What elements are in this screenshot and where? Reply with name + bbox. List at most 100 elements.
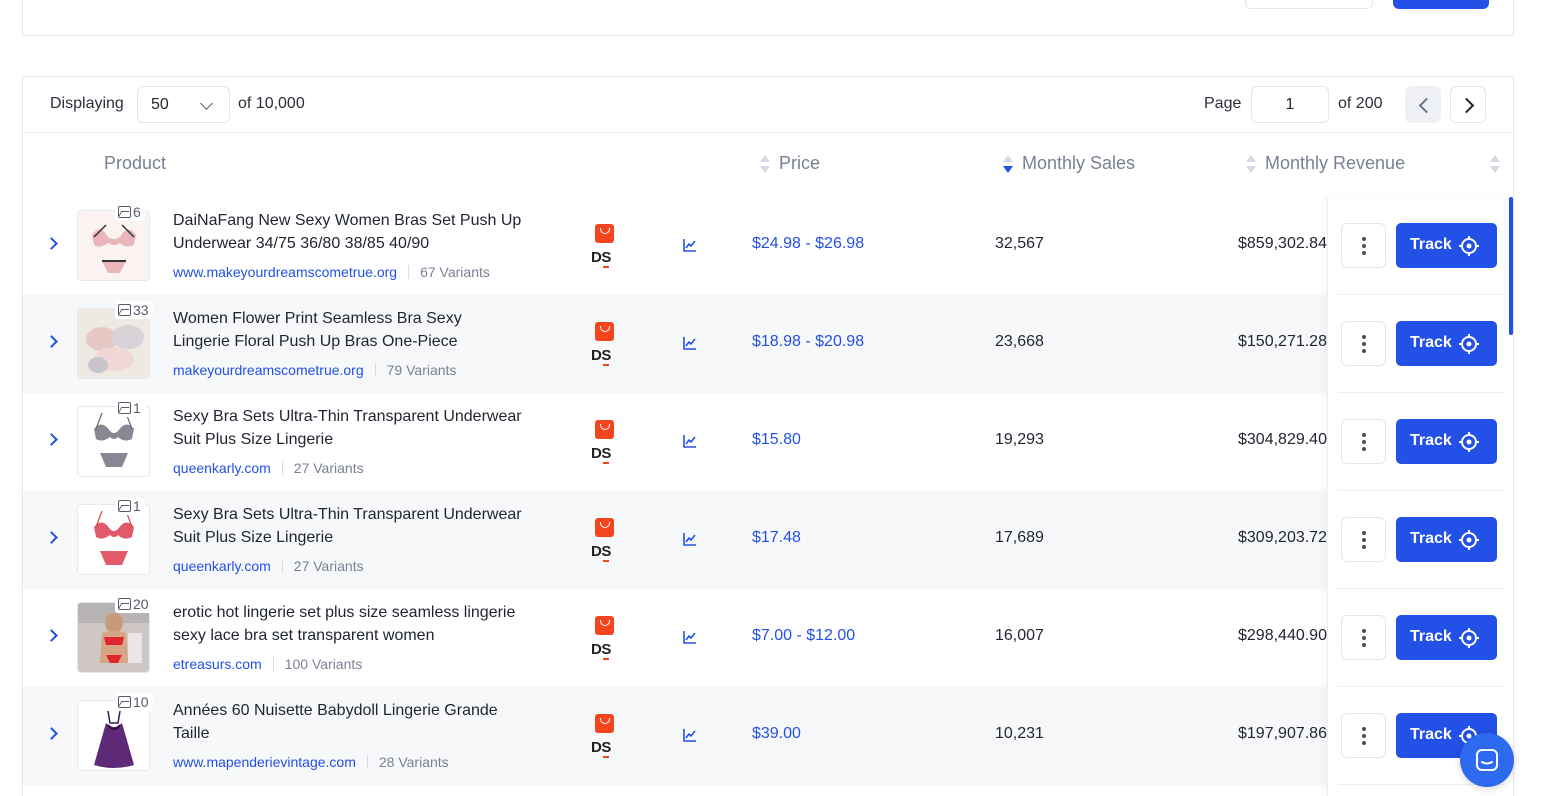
row-actions: Track [1328, 197, 1514, 295]
filter-card [22, 0, 1514, 36]
store-link[interactable]: queenkarly.com [173, 558, 271, 574]
column-price[interactable]: Price [779, 153, 820, 174]
next-page-button[interactable] [1450, 86, 1486, 123]
page-size-select[interactable]: 50 [137, 86, 230, 123]
product-title[interactable]: Women Flower Print Seamless Bra Sexy Lin… [173, 308, 523, 353]
image-count-badge: 20 [115, 595, 153, 613]
track-label: Track [1410, 334, 1452, 351]
row-actions: Track [1328, 589, 1514, 687]
divider [408, 265, 410, 279]
image-count: 33 [133, 302, 149, 318]
trend-chart-icon[interactable] [682, 531, 698, 547]
product-meta: etreasurs.com 100 Variants [173, 656, 362, 672]
total-count: of 10,000 [238, 95, 305, 112]
chat-launcher-button[interactable] [1460, 733, 1514, 787]
aliexpress-icon[interactable] [595, 616, 614, 635]
store-link[interactable]: www.mapenderievintage.com [173, 754, 356, 770]
price-value: $15.80 [752, 431, 801, 448]
store-link[interactable]: makeyourdreamscometrue.org [173, 362, 364, 378]
trend-chart-icon[interactable] [682, 629, 698, 645]
image-count-badge: 33 [115, 301, 153, 319]
store-link[interactable]: queenkarly.com [173, 460, 271, 476]
more-options-button[interactable] [1341, 321, 1386, 366]
more-vertical-icon [1362, 531, 1366, 535]
product-title[interactable]: DaiNaFang New Sexy Women Bras Set Push U… [173, 210, 523, 255]
more-options-button[interactable] [1341, 517, 1386, 562]
table-row[interactable]: 33 Women Flower Print Seamless Bra Sexy … [23, 295, 1327, 393]
sort-monthly-sales-icon[interactable] [1003, 155, 1013, 175]
table-toolbar: Displaying 50 of 10,000 Page 1 of 200 [23, 77, 1513, 133]
search-button[interactable] [1393, 0, 1489, 9]
track-button[interactable]: Track [1396, 517, 1497, 562]
trend-chart-icon[interactable] [682, 433, 698, 449]
more-vertical-icon [1362, 335, 1366, 339]
trend-chart-icon[interactable] [682, 237, 698, 253]
reset-button[interactable] [1245, 0, 1373, 9]
chevron-right-icon[interactable] [45, 237, 58, 250]
sort-monthly-revenue-icon[interactable] [1246, 155, 1256, 175]
crosshair-icon [1459, 628, 1479, 648]
table-row[interactable]: 6 DaiNaFang New Sexy Women Bras Set Push… [23, 197, 1327, 295]
variants-count: 27 Variants [293, 460, 364, 476]
table-row[interactable]: 1 Sexy Bra Sets Ultra-Thin Transparent U… [23, 393, 1327, 491]
page-label: Page [1204, 95, 1242, 112]
column-product: Product [104, 153, 167, 173]
chevron-right-icon[interactable] [45, 433, 58, 446]
product-title[interactable]: Sexy Bra Sets Ultra-Thin Transparent Und… [173, 406, 523, 451]
more-vertical-icon [1362, 538, 1366, 542]
page-number-input[interactable]: 1 [1251, 86, 1329, 123]
chevron-right-icon[interactable] [45, 727, 58, 740]
table-row[interactable]: 10 Années 60 Nuisette Babydoll Lingerie … [23, 687, 1327, 785]
chevron-right-icon[interactable] [45, 629, 58, 642]
more-options-button[interactable] [1341, 713, 1386, 758]
row-actions: Track [1328, 393, 1514, 491]
sort-price-icon[interactable] [760, 155, 770, 175]
store-link[interactable]: www.makeyourdreamscometrue.org [173, 264, 397, 280]
scrollbar-thumb[interactable] [1509, 197, 1513, 335]
image-icon [118, 402, 131, 414]
aliexpress-icon[interactable] [595, 518, 614, 537]
track-label: Track [1410, 236, 1452, 253]
monthly-sales-value: 16,007 [995, 627, 1044, 644]
more-vertical-icon [1362, 440, 1366, 444]
image-count: 1 [133, 498, 141, 514]
more-options-button[interactable] [1341, 615, 1386, 660]
table-row[interactable]: 20 erotic hot lingerie set plus size sea… [23, 589, 1327, 687]
aliexpress-icon[interactable] [595, 224, 614, 243]
ds-logo: DS [591, 347, 611, 366]
divider [272, 657, 274, 671]
more-vertical-icon [1362, 244, 1366, 248]
trend-chart-icon[interactable] [682, 727, 698, 743]
column-monthly-sales[interactable]: Monthly Sales [1022, 153, 1135, 174]
more-vertical-icon [1362, 237, 1366, 241]
product-title[interactable]: erotic hot lingerie set plus size seamle… [173, 602, 523, 647]
aliexpress-icon[interactable] [595, 420, 614, 439]
trend-chart-icon[interactable] [682, 335, 698, 351]
product-meta: queenkarly.com 27 Variants [173, 558, 364, 574]
store-link[interactable]: etreasurs.com [173, 656, 262, 672]
crosshair-icon [1459, 530, 1479, 550]
track-button[interactable]: Track [1396, 321, 1497, 366]
prev-page-button[interactable] [1405, 86, 1441, 123]
row-actions: Track [1328, 491, 1514, 589]
more-vertical-icon [1362, 447, 1366, 451]
product-title[interactable]: Années 60 Nuisette Babydoll Lingerie Gra… [173, 700, 523, 745]
track-button[interactable]: Track [1396, 419, 1497, 464]
chevron-right-icon[interactable] [45, 335, 58, 348]
more-options-button[interactable] [1341, 223, 1386, 268]
aliexpress-icon[interactable] [595, 714, 614, 733]
more-options-button[interactable] [1341, 419, 1386, 464]
column-monthly-revenue[interactable]: Monthly Revenue [1265, 153, 1405, 174]
monthly-revenue-value: $150,271.28 [1238, 333, 1327, 350]
ds-logo: DS [591, 739, 611, 758]
ds-logo: DS [591, 543, 611, 562]
track-button[interactable]: Track [1396, 223, 1497, 268]
aliexpress-icon[interactable] [595, 322, 614, 341]
more-vertical-icon [1362, 643, 1366, 647]
image-count-badge: 10 [115, 693, 153, 711]
product-title[interactable]: Sexy Bra Sets Ultra-Thin Transparent Und… [173, 504, 523, 549]
sort-next-column-icon[interactable] [1490, 155, 1500, 175]
track-button[interactable]: Track [1396, 615, 1497, 660]
chevron-right-icon[interactable] [45, 531, 58, 544]
table-row[interactable]: 1 Sexy Bra Sets Ultra-Thin Transparent U… [23, 491, 1327, 589]
